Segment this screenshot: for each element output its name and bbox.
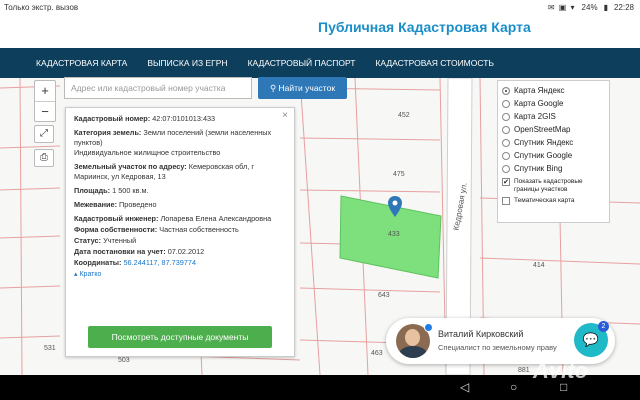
home-icon[interactable]: ○ xyxy=(510,380,517,394)
radio[interactable] xyxy=(502,125,510,134)
brief-toggle[interactable]: ▴ Кратко xyxy=(74,271,101,278)
area: 1 500 кв.м. xyxy=(112,186,149,195)
print-icon: ⎙ xyxy=(40,152,48,163)
parcel-label: 414 xyxy=(533,262,545,269)
layer-google-satellite[interactable]: Спутник Google xyxy=(502,149,605,162)
radio-selected[interactable] xyxy=(502,86,510,95)
coordinates-link[interactable]: 56.244117, 87.739774 xyxy=(124,258,197,267)
registration-date: 07.02.2012 xyxy=(167,247,205,256)
status: Учтенный xyxy=(103,236,137,245)
main-nav: КАДАСТРОВАЯ КАРТА ВЫПИСКА ИЗ ЕГРН КАДАСТ… xyxy=(0,48,640,78)
site-header: Публичная Кадастровая Карта xyxy=(0,16,640,48)
radio[interactable] xyxy=(502,164,510,173)
radio[interactable] xyxy=(502,138,510,147)
status-bar: Только экстр. вызов ✉ ▣ ▾ 24% ▮ 22:28 xyxy=(0,0,640,16)
battery-icon: ▮ xyxy=(603,3,608,12)
parcel-label: 503 xyxy=(118,357,130,364)
close-icon[interactable]: × xyxy=(282,111,288,121)
expand-icon: ⤢ xyxy=(40,128,48,139)
nav-item-cadastral-passport[interactable]: КАДАСТРОВЫЙ ПАСПОРТ xyxy=(238,58,366,68)
battery-level: 24% xyxy=(581,3,598,12)
chat-icon: 💬 xyxy=(582,332,600,347)
search-input[interactable]: Адрес или кадастровый номер участка xyxy=(64,77,252,99)
layer-yandex-map[interactable]: Карта Яндекс xyxy=(502,84,605,97)
layer-bing-satellite[interactable]: Спутник Bing xyxy=(502,162,605,175)
avito-watermark: Avito xyxy=(533,358,588,383)
boundary-status: Проведено xyxy=(119,200,157,209)
checkbox[interactable] xyxy=(502,197,510,205)
consultant-role: Специалист по земельному праву xyxy=(438,343,557,352)
show-borders-toggle[interactable]: ✔ Показать кадастровые границы участков xyxy=(502,178,605,194)
fullscreen-button[interactable]: ⤢ xyxy=(34,125,54,143)
parcel-info-panel: × Кадастровый номер: 42:07:0101013:433 К… xyxy=(65,107,295,357)
zoom-in-button[interactable]: + xyxy=(35,81,55,101)
layer-osm-map[interactable]: OpenStreetMap xyxy=(502,123,605,136)
zoom-out-button[interactable]: − xyxy=(35,101,55,121)
back-icon[interactable]: ◁ xyxy=(460,380,469,394)
print-button[interactable]: ⎙ xyxy=(34,149,54,167)
online-indicator xyxy=(424,323,433,332)
site-title[interactable]: Публичная Кадастровая Карта xyxy=(318,19,531,35)
chat-badge: 2 xyxy=(598,321,609,332)
screen: Только экстр. вызов ✉ ▣ ▾ 24% ▮ 22:28 Пу… xyxy=(0,0,640,400)
radio[interactable] xyxy=(502,112,510,121)
thematic-map-toggle[interactable]: Тематическая карта xyxy=(502,197,605,205)
parcel-label: 433 xyxy=(388,231,400,238)
zoom-control: + − xyxy=(34,80,56,122)
layer-2gis-map[interactable]: Карта 2GIS xyxy=(502,110,605,123)
map-marker-icon[interactable] xyxy=(388,196,402,218)
consultant-name: Виталий Кирковский xyxy=(438,329,524,339)
parcel-label: 463 xyxy=(371,350,383,357)
checkbox-checked[interactable]: ✔ xyxy=(502,178,510,186)
cadastral-number: 42:07:0101013:433 xyxy=(152,114,216,123)
layers-panel: Карта Яндекс Карта Google Карта 2GIS Ope… xyxy=(497,80,610,223)
find-parcel-button[interactable]: ⚲ Найти участок xyxy=(258,77,347,99)
nav-item-cadastral-map[interactable]: КАДАСТРОВАЯ КАРТА xyxy=(0,58,137,68)
nav-item-egrn-extract[interactable]: ВЫПИСКА ИЗ ЕГРН xyxy=(137,58,237,68)
search-icon: ⚲ xyxy=(269,83,279,93)
permitted-use: Индивидуальное жилищное строительство xyxy=(74,148,221,157)
layer-yandex-satellite[interactable]: Спутник Яндекс xyxy=(502,136,605,149)
parcel-label: 643 xyxy=(378,292,390,299)
parcel-label: 881 xyxy=(518,367,530,374)
parcel-label: 452 xyxy=(398,112,410,119)
ownership: Частная собственность xyxy=(159,225,239,234)
engineer: Лопарева Елена Александровна xyxy=(160,214,272,223)
layer-google-map[interactable]: Карта Google xyxy=(502,97,605,110)
carrier-text: Только экстр. вызов xyxy=(4,3,79,12)
parcel-label: 531 xyxy=(44,345,56,352)
status-icons: ✉ ▣ ▾ xyxy=(547,3,576,12)
parcel-label: 475 xyxy=(393,171,405,178)
view-documents-button[interactable]: Посмотреть доступные документы xyxy=(88,326,272,348)
clock: 22:28 xyxy=(613,3,634,12)
radio[interactable] xyxy=(502,151,510,160)
radio[interactable] xyxy=(502,99,510,108)
nav-item-cadastral-value[interactable]: КАДАСТРОВАЯ СТОИМОСТЬ xyxy=(365,58,504,68)
